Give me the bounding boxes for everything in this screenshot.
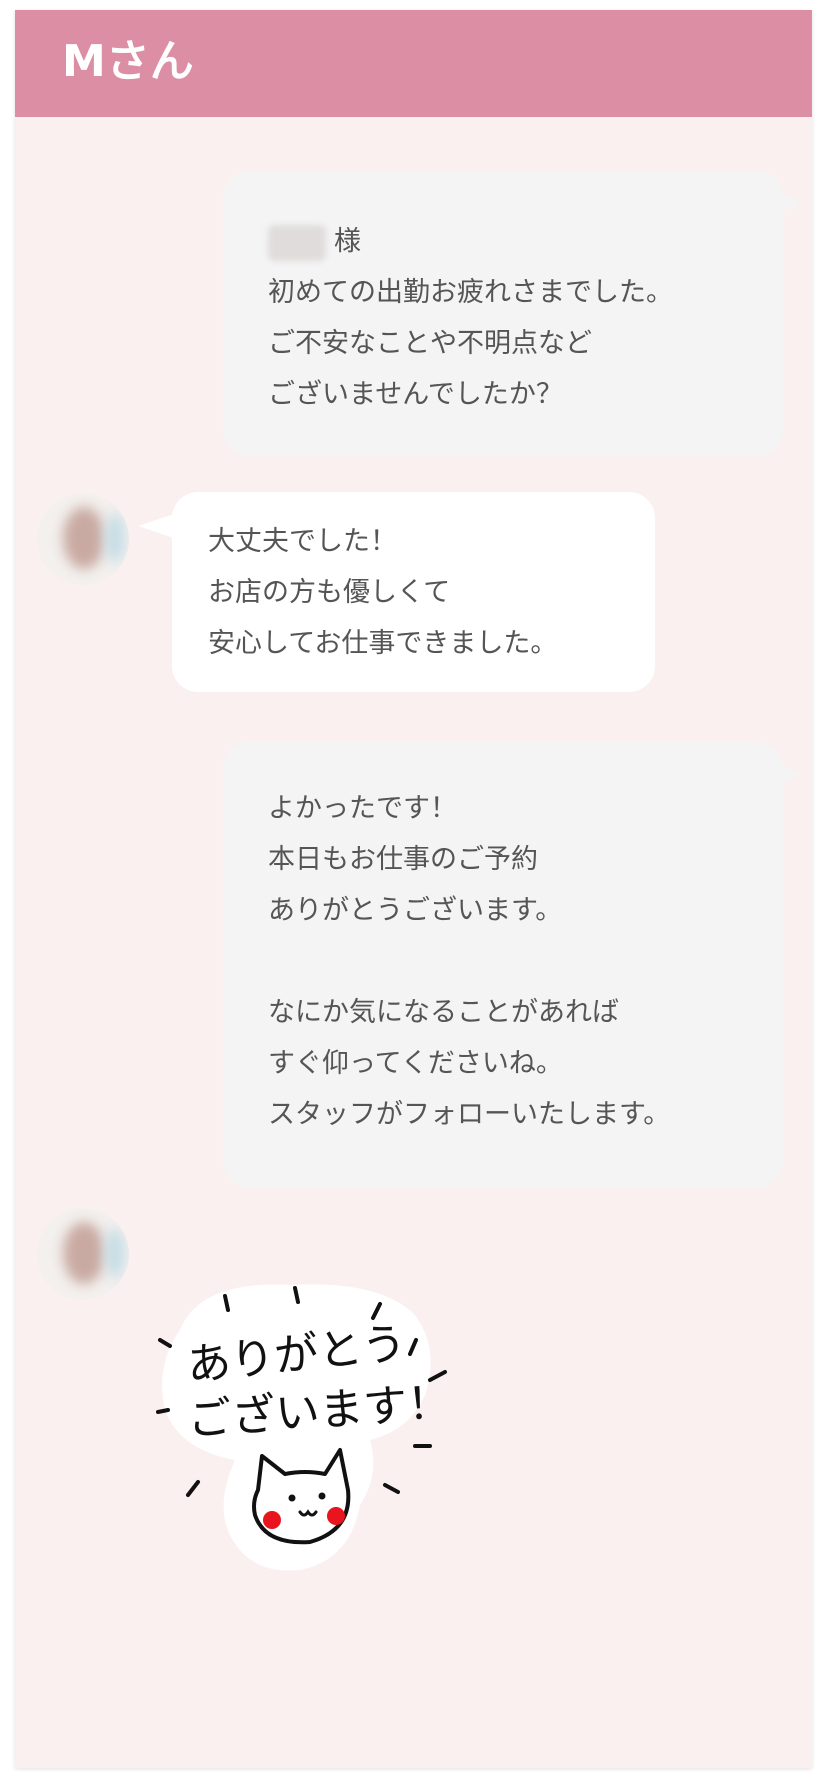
message-line: 本日もお仕事のご予約 [268, 844, 538, 875]
message-line: 初めての出勤お疲れさまでした。 [268, 277, 673, 308]
message-line: よかったです！ [268, 793, 457, 824]
message-line: お店の方も優しくて [208, 577, 451, 608]
user-avatar[interactable] [37, 1208, 129, 1300]
message-line: なにか気になることがあれば [268, 997, 619, 1028]
message-line: 大丈夫でした！ [208, 526, 397, 557]
chat-card: Mさん 様 初めての出勤お疲れさまでした。 ご不安なことや不明点など ございませ… [15, 10, 812, 1768]
bubble-tail [138, 514, 174, 538]
message-line: ございませんでしたか？ [268, 379, 563, 410]
message-line: ありがとうございます。 [268, 895, 563, 926]
cat-thank-you-sticker-icon: ありがとう ございます！ [156, 1284, 453, 1571]
contact-name: Mさん [62, 36, 194, 87]
message-line: 安心してお仕事できました。 [208, 628, 558, 659]
user-avatar[interactable] [37, 493, 129, 585]
staff-message-2: よかったです！ 本日もお仕事のご予約 ありがとうございます。 なにか気になること… [223, 742, 801, 1187]
message-line: スタッフがフォローいたします。 [268, 1099, 671, 1130]
bubble-tail [771, 189, 801, 217]
chat-header: Mさん [15, 10, 812, 117]
bubble-tail [771, 760, 801, 788]
redacted-name [268, 224, 326, 261]
addressee-line: 様 [268, 216, 783, 267]
user-message-1: 大丈夫でした！ お店の方も優しくて 安心してお仕事できました。 [138, 492, 655, 692]
message-line: すぐ仰ってくださいね。 [268, 1048, 563, 1079]
staff-message-1: 様 初めての出勤お疲れさまでした。 ご不安なことや不明点など ございませんでした… [223, 171, 801, 456]
honorific: 様 [334, 226, 361, 257]
message-line: ご不安なことや不明点など [268, 328, 592, 359]
message-spacer [268, 936, 783, 987]
